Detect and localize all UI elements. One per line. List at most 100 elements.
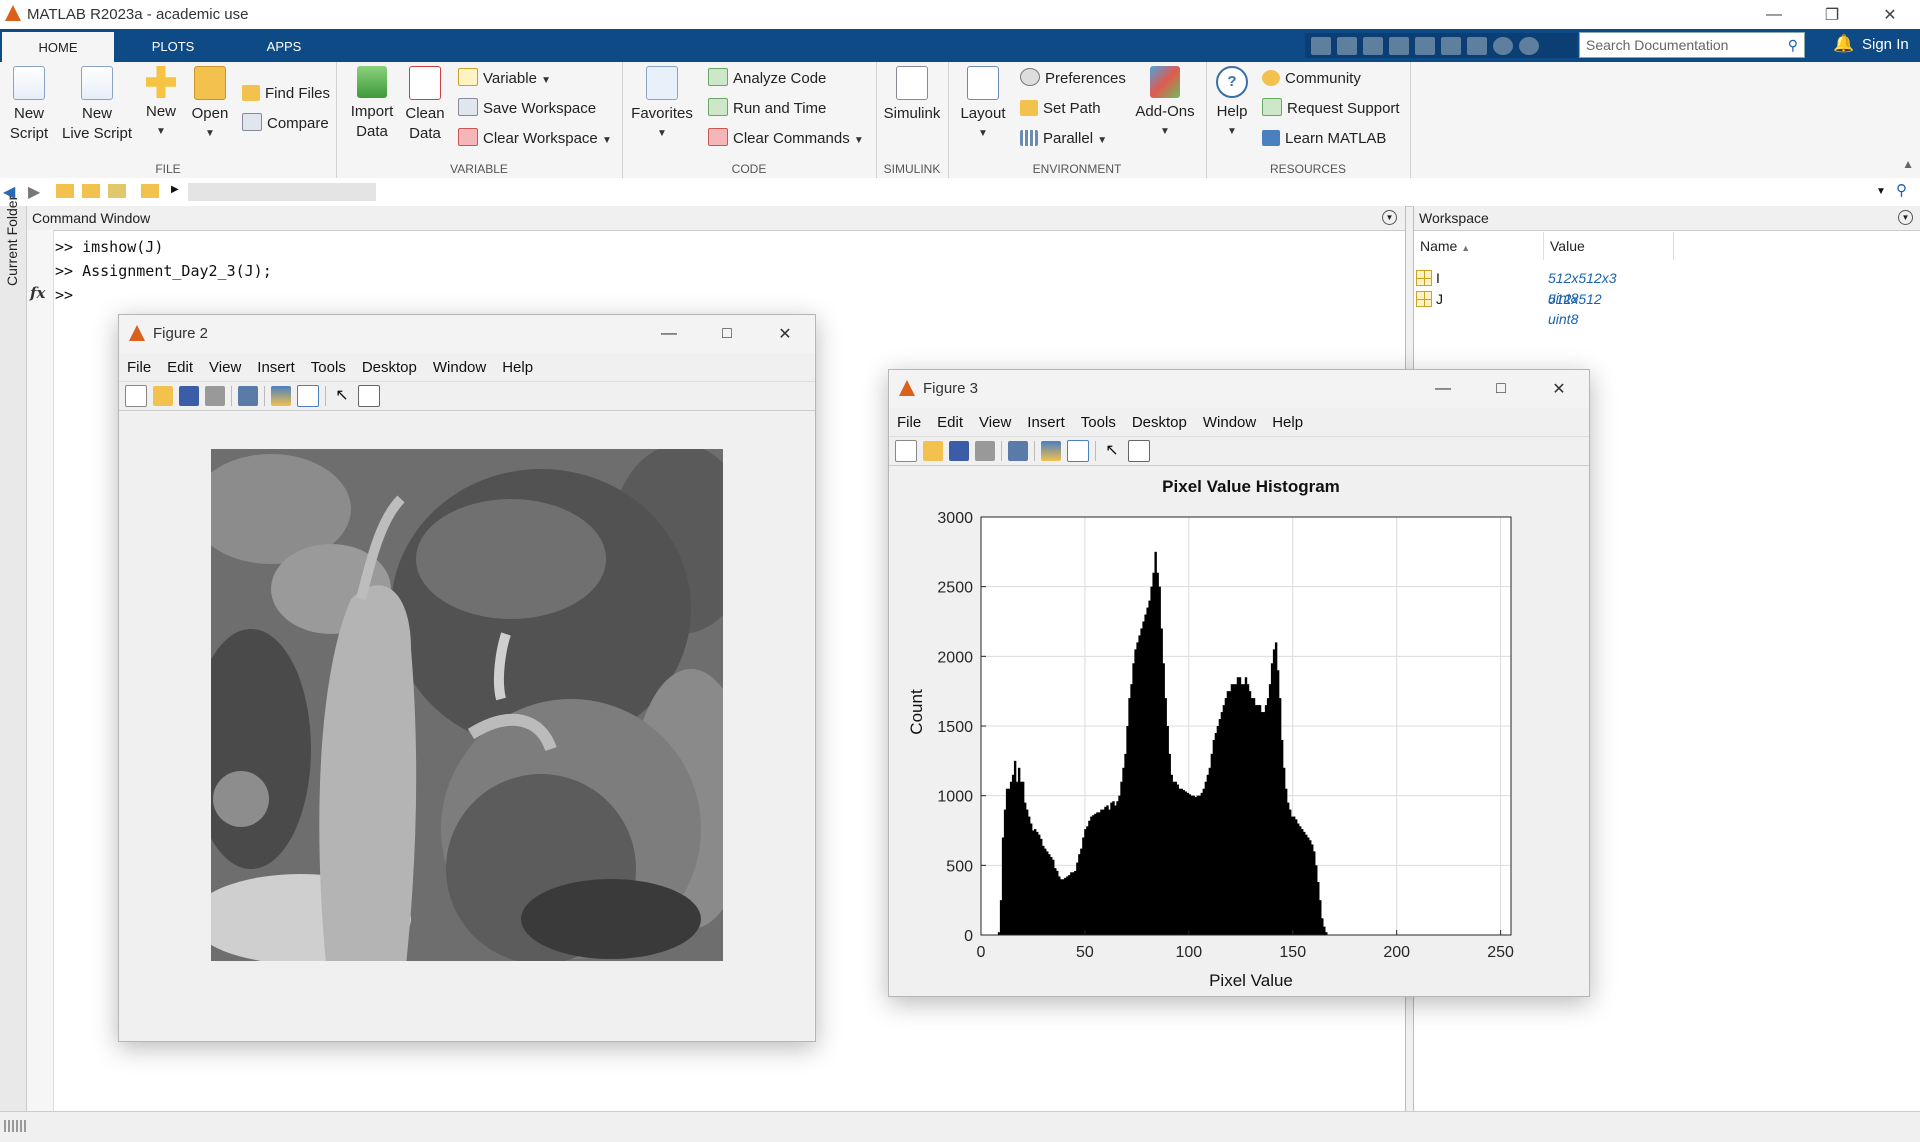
workspace-row[interactable]: I 512x512x3 uint8: [1416, 268, 1617, 306]
menu-tools[interactable]: Tools: [303, 359, 354, 376]
column-header-name[interactable]: Name ▲: [1414, 232, 1544, 260]
search-icon[interactable]: ⚲: [1896, 181, 1907, 199]
open-button[interactable]: Open ▼: [188, 66, 232, 144]
menu-edit[interactable]: Edit: [159, 359, 201, 376]
add-ons-button[interactable]: Add-Ons ▼: [1132, 66, 1198, 142]
simulink-button[interactable]: Simulink: [880, 66, 944, 124]
new-figure-icon[interactable]: [895, 440, 917, 462]
menu-file[interactable]: File: [889, 414, 929, 431]
notification-bell-icon[interactable]: 🔔: [1833, 34, 1854, 54]
menu-help[interactable]: Help: [494, 359, 541, 376]
collapse-ribbon-icon[interactable]: ▲: [1902, 157, 1914, 171]
layout-button[interactable]: Layout ▼: [954, 66, 1012, 144]
redo-icon[interactable]: [1441, 36, 1461, 55]
property-inspector-icon[interactable]: [1128, 440, 1150, 462]
save-workspace-button[interactable]: Save Workspace: [458, 98, 596, 120]
clear-workspace-button[interactable]: Clear Workspace ▼: [458, 128, 612, 150]
search-icon[interactable]: ⚲: [1788, 37, 1798, 54]
cut-icon[interactable]: [1337, 36, 1357, 55]
path-dropdown-icon[interactable]: ▼: [1876, 186, 1886, 197]
open-file-icon[interactable]: [153, 386, 173, 406]
menu-insert[interactable]: Insert: [1019, 414, 1073, 431]
search-folder-icon[interactable]: [108, 184, 126, 198]
menu-edit[interactable]: Edit: [929, 414, 971, 431]
favorites-button[interactable]: Favorites ▼: [630, 66, 694, 144]
import-data-button[interactable]: Import Data: [346, 66, 398, 142]
menu-view[interactable]: View: [971, 414, 1019, 431]
current-folder-sidebar[interactable]: Current Folder: [0, 196, 27, 1111]
menu-help[interactable]: Help: [1264, 414, 1311, 431]
menu-view[interactable]: View: [201, 359, 249, 376]
maximize-icon[interactable]: □: [1472, 370, 1530, 408]
pointer-icon[interactable]: ↖: [1102, 441, 1122, 461]
save-icon[interactable]: [1311, 36, 1331, 55]
menu-desktop[interactable]: Desktop: [354, 359, 425, 376]
analyze-code-button[interactable]: Analyze Code: [708, 68, 826, 90]
close-icon[interactable]: ✕: [756, 315, 814, 353]
save-icon[interactable]: [179, 386, 199, 406]
preferences-button[interactable]: Preferences: [1020, 68, 1126, 90]
function-browser-icon[interactable]: fx: [30, 284, 45, 302]
panel-menu-icon[interactable]: ▼: [1898, 210, 1913, 225]
link-plot-icon[interactable]: [1008, 441, 1028, 461]
clear-commands-button[interactable]: Clear Commands ▼: [708, 128, 864, 150]
minimize-icon[interactable]: —: [640, 315, 698, 353]
tab-apps[interactable]: APPS: [240, 29, 328, 62]
switch-windows-icon[interactable]: [1467, 36, 1487, 55]
browse-folder-icon[interactable]: [82, 184, 100, 198]
folder-path-field[interactable]: [188, 183, 376, 201]
figure-3-title-bar[interactable]: Figure 3 — □ ✕: [889, 370, 1589, 408]
close-icon[interactable]: ✕: [1530, 370, 1588, 408]
column-header-value[interactable]: Value: [1544, 232, 1674, 260]
learn-matlab-button[interactable]: Learn MATLAB: [1262, 128, 1386, 150]
colorbar-icon[interactable]: [271, 386, 291, 406]
close-icon[interactable]: ✕: [1861, 0, 1919, 29]
command-prompt[interactable]: >>: [55, 286, 73, 304]
save-icon[interactable]: [949, 441, 969, 461]
current-folder-tab[interactable]: Current Folder: [4, 196, 20, 286]
forward-arrow-icon[interactable]: ▶: [28, 182, 40, 202]
minimize-icon[interactable]: —: [1414, 370, 1472, 408]
compare-button[interactable]: Compare: [242, 113, 329, 135]
legend-icon[interactable]: [297, 385, 319, 407]
print-icon[interactable]: [975, 441, 995, 461]
up-folder-icon[interactable]: [56, 184, 74, 198]
find-files-button[interactable]: Find Files: [242, 83, 330, 105]
figure-3-window[interactable]: Figure 3 — □ ✕ File Edit View Insert Too…: [888, 369, 1590, 997]
restore-icon[interactable]: ❐: [1803, 0, 1861, 29]
parallel-button[interactable]: Parallel ▼: [1020, 128, 1107, 150]
run-and-time-button[interactable]: Run and Time: [708, 98, 826, 120]
colorbar-icon[interactable]: [1041, 441, 1061, 461]
menu-file[interactable]: File: [119, 359, 159, 376]
menu-insert[interactable]: Insert: [249, 359, 303, 376]
settings-icon[interactable]: [1519, 36, 1539, 55]
open-file-icon[interactable]: [923, 441, 943, 461]
new-button[interactable]: New ▼: [140, 66, 182, 142]
workspace-row[interactable]: J 512x512 uint8: [1416, 289, 1602, 327]
menu-tools[interactable]: Tools: [1073, 414, 1124, 431]
minimize-icon[interactable]: —: [1745, 0, 1803, 29]
variable-button[interactable]: Variable ▼: [458, 68, 551, 90]
help-icon[interactable]: [1493, 36, 1513, 55]
menu-desktop[interactable]: Desktop: [1124, 414, 1195, 431]
paste-icon[interactable]: [1389, 36, 1409, 55]
link-plot-icon[interactable]: [238, 386, 258, 406]
new-figure-icon[interactable]: [125, 385, 147, 407]
maximize-icon[interactable]: □: [698, 315, 756, 353]
tab-home[interactable]: HOME: [2, 29, 114, 62]
help-button[interactable]: ? Help ▼: [1210, 66, 1254, 142]
undo-icon[interactable]: [1415, 36, 1435, 55]
request-support-button[interactable]: Request Support: [1262, 98, 1400, 120]
sign-in-link[interactable]: Sign In: [1862, 36, 1909, 53]
figure-2-window[interactable]: Figure 2 — □ ✕ File Edit View Insert Too…: [118, 314, 816, 1042]
panel-menu-icon[interactable]: ▼: [1382, 210, 1397, 225]
clean-data-button[interactable]: Clean Data: [402, 66, 448, 144]
set-path-button[interactable]: Set Path: [1020, 98, 1101, 120]
tab-plots[interactable]: PLOTS: [128, 29, 218, 62]
menu-window[interactable]: Window: [1195, 414, 1264, 431]
pointer-icon[interactable]: ↖: [332, 386, 352, 406]
new-script-button[interactable]: New Script: [6, 66, 52, 144]
community-button[interactable]: Community: [1262, 68, 1361, 90]
print-icon[interactable]: [205, 386, 225, 406]
property-inspector-icon[interactable]: [358, 385, 380, 407]
